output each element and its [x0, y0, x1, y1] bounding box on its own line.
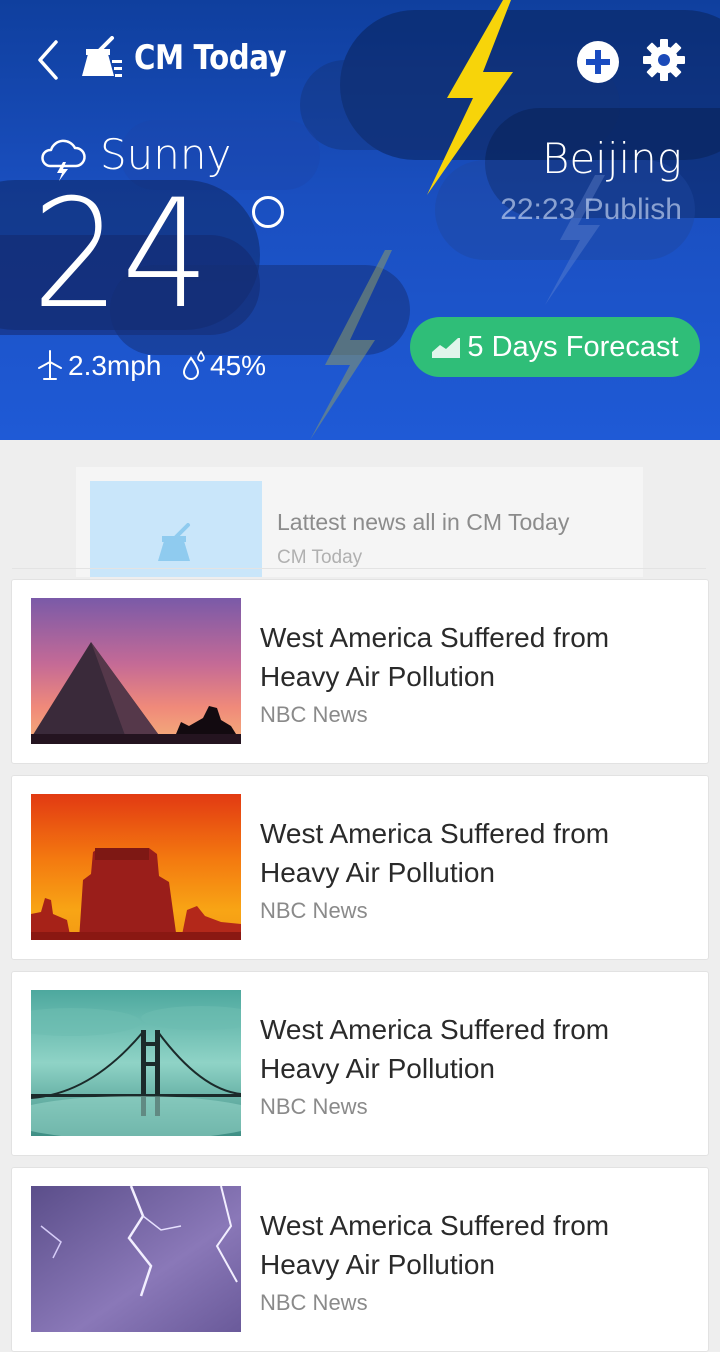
news-thumbnail-butte: [31, 794, 241, 940]
trend-chart-icon: [432, 338, 461, 358]
bridge-in-fog-image: [31, 990, 241, 1136]
wind-turbine-icon: [38, 350, 62, 380]
promo-thumbnail: [90, 481, 262, 577]
news-source: NBC News: [260, 702, 368, 727]
promo-title: Lattest news all in CM Today: [277, 509, 570, 535]
degree-symbol: [252, 196, 284, 228]
settings-gear-icon[interactable]: [642, 38, 686, 82]
news-title: West America Suffered from Heavy Air Pol…: [260, 1014, 610, 1084]
news-title: West America Suffered from Heavy Air Pol…: [260, 818, 610, 888]
news-title: West America Suffered from Heavy Air Pol…: [260, 622, 610, 692]
news-title: West America Suffered from Heavy Air Pol…: [260, 1210, 610, 1280]
pyramid-sunset-image: [31, 598, 241, 744]
broom-logo-icon: [158, 523, 190, 561]
back-arrow-icon[interactable]: [30, 38, 66, 82]
news-thumbnail-pyramid: [31, 598, 241, 744]
city-name[interactable]: Beijing: [542, 134, 682, 183]
app-title: CM Today: [134, 38, 287, 78]
weather-header: CM Today Sunny 24 2.3mph 45% Beijing 22:…: [0, 0, 720, 440]
news-thumbnail-bridge: [31, 990, 241, 1136]
news-card[interactable]: West America Suffered from Heavy Air Pol…: [11, 971, 709, 1156]
five-day-forecast-button[interactable]: 5 Days Forecast: [410, 317, 700, 377]
divider: [12, 568, 706, 569]
news-source: NBC News: [260, 1290, 368, 1315]
broom-logo-icon: [82, 36, 122, 77]
news-card[interactable]: West America Suffered from Heavy Air Pol…: [11, 1167, 709, 1352]
forecast-button-label: 5 Days Forecast: [467, 330, 679, 363]
lightning-sky-image: [31, 1186, 241, 1332]
temperature-value: 24: [32, 168, 212, 342]
humidity-value: 45%: [210, 350, 267, 381]
red-rock-butte-image: [31, 794, 241, 940]
add-city-icon[interactable]: [576, 40, 620, 84]
news-thumbnail-lightning: [31, 1186, 241, 1332]
lightning-bolt-decoration: [427, 0, 513, 195]
news-source: NBC News: [260, 1094, 368, 1119]
wind-speed: 2.3mph: [68, 350, 162, 381]
promo-card[interactable]: Lattest news all in CM Today CM Today: [76, 467, 643, 577]
news-card[interactable]: West America Suffered from Heavy Air Pol…: [11, 579, 709, 764]
news-card[interactable]: West America Suffered from Heavy Air Pol…: [11, 775, 709, 960]
promo-source: CM Today: [277, 547, 363, 568]
lightning-bolt-decoration: [310, 250, 392, 440]
publish-time: 22:23 Publish: [500, 193, 682, 226]
news-source: NBC News: [260, 898, 368, 923]
humidity-drop-icon: [182, 350, 205, 380]
